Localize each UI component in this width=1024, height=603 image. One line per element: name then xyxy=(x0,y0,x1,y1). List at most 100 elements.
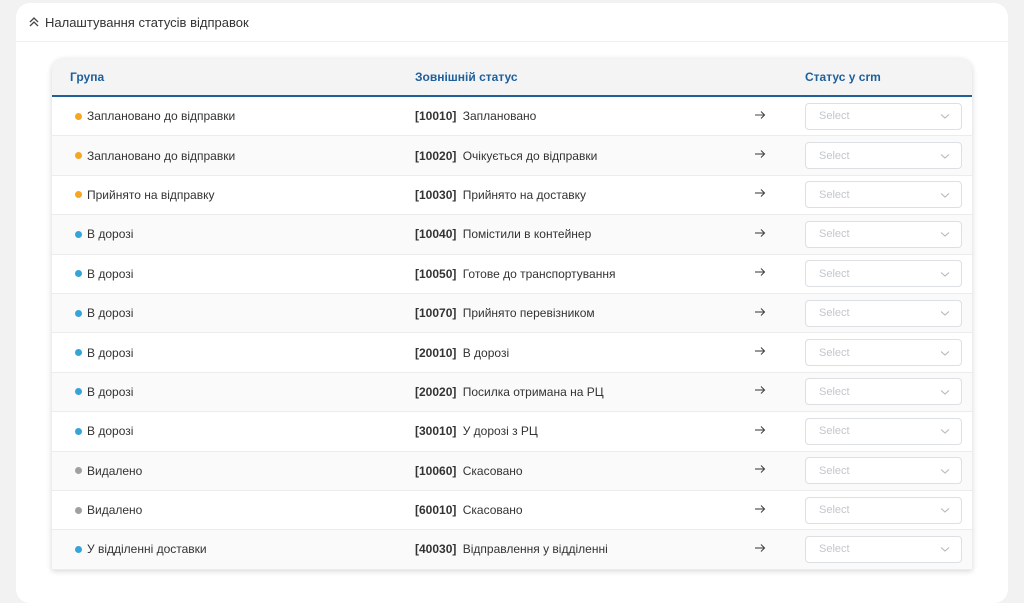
arrow-cell xyxy=(752,424,805,439)
crm-status-select[interactable]: Select xyxy=(805,299,962,327)
arrow-cell xyxy=(752,187,805,202)
select-placeholder: Select xyxy=(819,110,850,123)
group-status-dot xyxy=(75,388,82,396)
crm-status-cell: Select xyxy=(805,457,972,485)
crm-status-cell: Select xyxy=(805,535,972,563)
crm-status-select[interactable]: Select xyxy=(805,417,962,445)
status-mapping-table: Група Зовнішній статус Статус у crm Запл… xyxy=(52,59,972,570)
arrow-right-icon xyxy=(754,187,766,199)
external-status-cell: [10060] Скасовано xyxy=(415,464,752,478)
external-status-code: [10070] xyxy=(415,306,457,321)
external-status-cell: [10050] Готове до транспортування xyxy=(415,267,752,281)
table-row: Видалено [60010] Скасовано Select xyxy=(52,491,972,531)
external-status-code: [20020] xyxy=(415,384,457,399)
group-cell: Видалено xyxy=(52,464,415,478)
external-status-code: [10060] xyxy=(415,463,457,478)
column-header-group: Група xyxy=(70,70,105,84)
crm-status-cell: Select xyxy=(805,260,972,288)
group-status-dot xyxy=(75,506,82,514)
card-title: Налаштування статусів відправок xyxy=(45,14,249,30)
crm-status-select[interactable]: Select xyxy=(805,339,962,367)
external-status-cell: [60010] Скасовано xyxy=(415,503,752,517)
external-status-label: В дорозі xyxy=(462,345,510,360)
chevron-down-icon xyxy=(939,189,951,201)
external-status-label: Прийнято перевізником xyxy=(462,306,595,321)
group-label: В дорозі xyxy=(87,227,134,242)
group-cell: В дорозі xyxy=(52,267,415,281)
crm-status-cell: Select xyxy=(805,181,972,209)
arrow-right-icon xyxy=(754,463,766,475)
group-status-dot xyxy=(75,270,82,278)
arrow-cell xyxy=(752,148,805,163)
external-status-code: [30010] xyxy=(415,424,457,439)
chevron-double-up-icon[interactable] xyxy=(27,15,41,29)
arrow-cell xyxy=(752,109,805,124)
select-placeholder: Select xyxy=(819,346,850,359)
group-cell: Заплановано до відправки xyxy=(52,109,415,123)
chevron-down-icon xyxy=(939,228,951,240)
arrow-right-icon xyxy=(754,266,766,278)
crm-status-cell: Select xyxy=(805,417,972,445)
group-label: В дорозі xyxy=(87,384,134,399)
group-status-dot xyxy=(75,230,82,238)
group-cell: У відділенні доставки xyxy=(52,542,415,556)
external-status-cell: [10070] Прийнято перевізником xyxy=(415,306,752,320)
arrow-right-icon xyxy=(754,503,766,515)
crm-status-select[interactable]: Select xyxy=(805,457,962,485)
arrow-right-icon xyxy=(754,384,766,396)
crm-status-select[interactable]: Select xyxy=(805,260,962,288)
select-placeholder: Select xyxy=(819,385,850,398)
external-status-cell: [40030] Відправлення у відділенні xyxy=(415,542,752,556)
table-row: Заплановано до відправки [10010] Заплано… xyxy=(52,97,972,137)
column-header-crm-status: Статус у crm xyxy=(805,70,881,84)
external-status-code: [10010] xyxy=(415,109,457,124)
crm-status-select[interactable]: Select xyxy=(805,142,962,170)
external-status-cell: [10030] Прийнято на доставку xyxy=(415,188,752,202)
external-status-code: [60010] xyxy=(415,503,457,518)
chevron-down-icon xyxy=(939,504,951,516)
group-cell: Прийнято на відправку xyxy=(52,188,415,202)
arrow-right-icon xyxy=(754,109,766,121)
crm-status-cell: Select xyxy=(805,102,972,130)
arrow-right-icon xyxy=(754,345,766,357)
crm-status-cell: Select xyxy=(805,496,972,524)
group-status-dot xyxy=(75,309,82,317)
table-row: В дорозі [10050] Готове до транспортуван… xyxy=(52,255,972,294)
chevron-down-icon xyxy=(939,347,951,359)
external-status-code: [10030] xyxy=(415,187,457,202)
arrow-right-icon xyxy=(754,148,766,160)
select-placeholder: Select xyxy=(819,504,850,517)
external-status-code: [10020] xyxy=(415,148,457,163)
external-status-code: [40030] xyxy=(415,542,457,557)
arrow-cell xyxy=(752,306,805,321)
external-status-cell: [20020] Посилка отримана на РЦ xyxy=(415,385,752,399)
external-status-cell: [10040] Помістили в контейнер xyxy=(415,227,752,241)
crm-status-select[interactable]: Select xyxy=(805,220,962,248)
crm-status-select[interactable]: Select xyxy=(805,181,962,209)
group-label: В дорозі xyxy=(87,266,134,281)
table-row: Видалено [10060] Скасовано Select xyxy=(52,451,972,491)
chevron-down-icon xyxy=(939,386,951,398)
table-body: Заплановано до відправки [10010] Заплано… xyxy=(52,97,972,570)
table-row: В дорозі [10070] Прийнято перевізником S… xyxy=(52,293,972,334)
table-row: В дорозі [30010] У дорозі з РЦ Select xyxy=(52,412,972,452)
group-cell: В дорозі xyxy=(52,346,415,360)
crm-status-select[interactable]: Select xyxy=(805,102,962,130)
card-header[interactable]: Налаштування статусів відправок xyxy=(16,3,1008,42)
external-status-code: [20010] xyxy=(415,345,457,360)
table-row: В дорозі [20010] В дорозі Select xyxy=(52,333,972,373)
select-placeholder: Select xyxy=(819,188,850,201)
external-status-label: Відправлення у відділенні xyxy=(462,542,608,557)
crm-status-select[interactable]: Select xyxy=(805,496,962,524)
crm-status-select[interactable]: Select xyxy=(805,378,962,406)
group-status-dot xyxy=(75,112,82,120)
external-status-code: [10050] xyxy=(415,266,457,281)
group-label: Видалено xyxy=(87,463,143,478)
crm-status-select[interactable]: Select xyxy=(805,535,962,563)
group-label: В дорозі xyxy=(87,345,134,360)
table-header: Група Зовнішній статус Статус у crm xyxy=(52,59,972,97)
column-header-external-status: Зовнішній статус xyxy=(415,70,518,84)
arrow-cell xyxy=(752,384,805,399)
select-placeholder: Select xyxy=(819,543,850,556)
select-placeholder: Select xyxy=(819,228,850,241)
